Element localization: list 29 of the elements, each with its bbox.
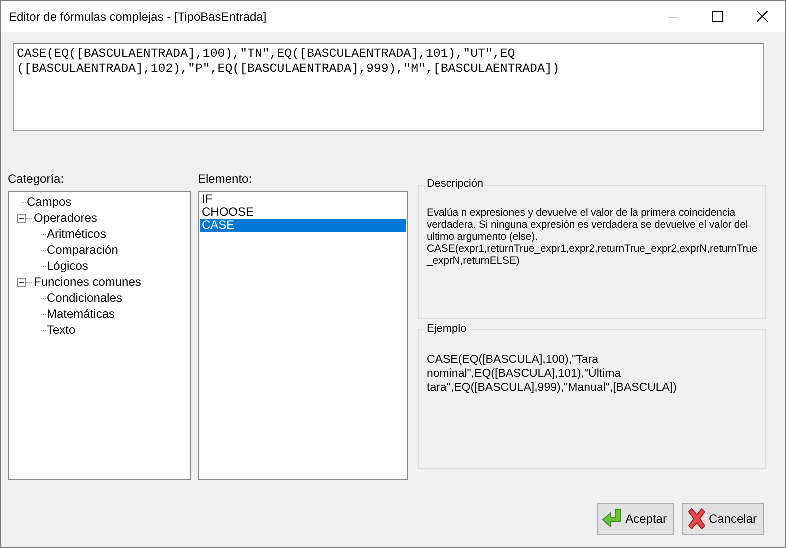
tree-item[interactable]: Condicionales — [46, 291, 124, 305]
category-label: Categoría: — [8, 172, 66, 188]
tree-item[interactable]: Comparación — [46, 243, 120, 257]
formula-field[interactable]: CASE(EQ([BASCULAENTRADA],100),"TN",EQ([BASCULAENTRADA],101),"UT",EQ ([BASCULAENTRADA],102),"P",EQ([BASCULAENTRADA],999),"M",[BASCULAENTRADA]) — [13, 43, 764, 131]
tree-item[interactable]: Texto — [46, 323, 77, 337]
tree-item[interactable]: Lógicos — [46, 259, 90, 273]
tree-item[interactable]: Funciones comunes — [33, 275, 142, 289]
accept-button[interactable]: Aceptar — [596, 503, 674, 535]
tree-item[interactable]: Aritméticos — [46, 227, 108, 241]
group-title: Descripción — [425, 178, 486, 190]
list-item[interactable]: CHOOSE — [200, 206, 406, 219]
tree-item[interactable]: Operadores — [33, 211, 98, 225]
description-text: CASE(expr1,returnTrue_expr1,expr2,returnTrue_expr2,exprN,returnTrue_exprN,returnELSE) — [427, 243, 759, 267]
close-icon[interactable] — [757, 11, 768, 22]
example-text: CASE(EQ([BASCULA],100),"Tara nominal",EQ([BASCULA],101),"Última tara",EQ([BASCULA],999),"Manual",[BASCULA]) — [427, 354, 678, 394]
list-item[interactable]: IF — [200, 193, 406, 206]
group-title: Ejemplo — [425, 322, 469, 336]
tree-item[interactable]: Campos — [26, 195, 73, 209]
arrow-icon — [602, 508, 624, 530]
tree-item[interactable]: Matemáticas — [46, 307, 116, 321]
description-text: Evalúa n expresiones y devuelve el valor de la primera coincidencia verdadera. Si ninguna expresión es verdadera se devuelve el valor del ultimo argumento (else). — [427, 207, 750, 243]
list-item[interactable]: CASE — [200, 219, 406, 232]
window-title: Editor de fórmulas complejas - [TipoBasEntrada] — [8, 10, 268, 24]
element-label: Elemento: — [198, 172, 254, 188]
collapse-icon[interactable] — [17, 278, 26, 286]
maximize-icon[interactable] — [712, 11, 723, 22]
collapse-icon[interactable] — [17, 214, 26, 222]
cross-icon — [686, 508, 707, 530]
cancel-button[interactable]: Cancelar — [682, 503, 764, 535]
